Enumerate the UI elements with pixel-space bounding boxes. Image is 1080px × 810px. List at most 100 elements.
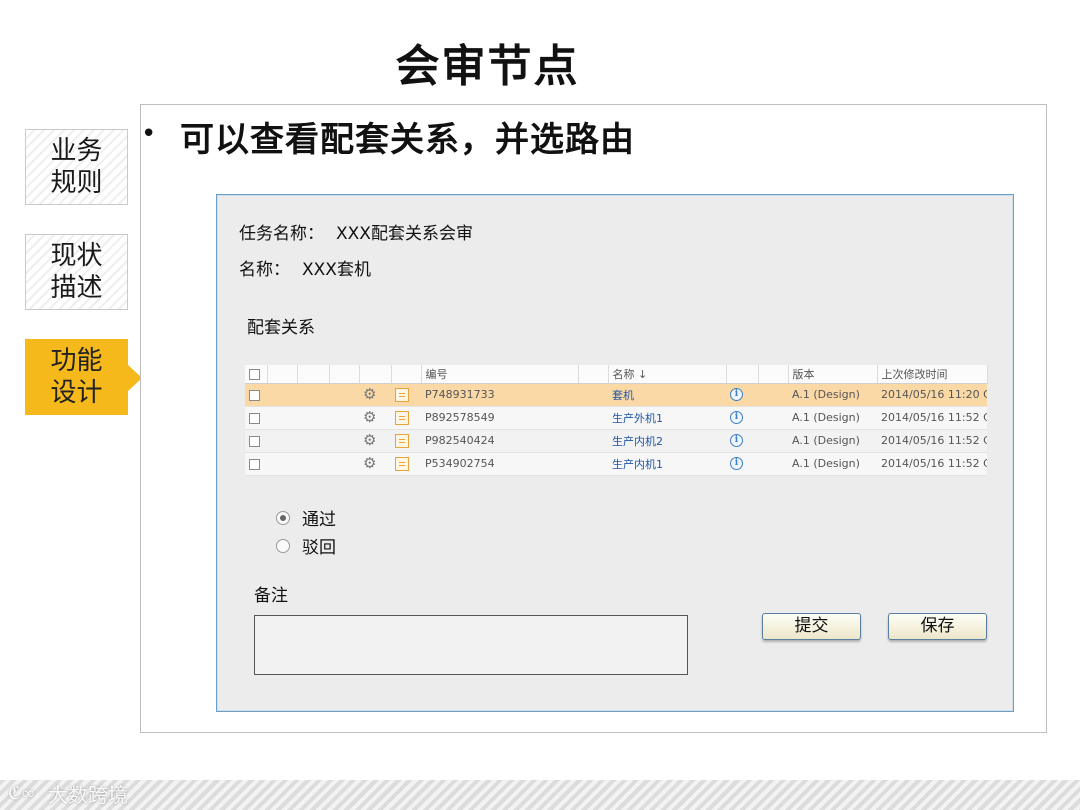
blank-cell xyxy=(578,452,608,476)
info-icon[interactable]: i xyxy=(730,411,743,425)
row-version: A.1 (Design) xyxy=(788,452,877,476)
route-option-approve[interactable]: 通过 xyxy=(276,505,336,530)
save-button[interactable]: 保存 xyxy=(888,613,987,640)
gear-cell[interactable]: ⚙ xyxy=(359,429,391,453)
blank-cell xyxy=(329,429,359,453)
submit-button[interactable]: 提交 xyxy=(762,613,861,640)
blank-header xyxy=(578,365,609,384)
select-all-checkbox[interactable] xyxy=(249,368,260,380)
doc-cell[interactable] xyxy=(391,383,421,407)
row-checkbox[interactable] xyxy=(249,389,260,401)
blank-cell xyxy=(297,406,329,430)
row-modified: 2014/05/16 11:20 CST xyxy=(877,383,987,407)
notes-label: 备注 xyxy=(254,586,288,606)
info-cell[interactable]: i xyxy=(726,406,758,430)
row-version: A.1 (Design) xyxy=(788,429,877,453)
route-option-reject[interactable]: 驳回 xyxy=(276,533,336,558)
gear-icon[interactable]: ⚙ xyxy=(363,385,376,403)
blank-cell xyxy=(267,429,297,453)
blank-cell xyxy=(758,429,788,453)
blank-header xyxy=(329,365,360,384)
row-checkbox-cell[interactable] xyxy=(245,383,267,407)
doc-cell[interactable] xyxy=(391,452,421,476)
approve-radio[interactable] xyxy=(276,510,290,525)
doc-cell[interactable] xyxy=(391,429,421,453)
row-name-link[interactable]: 生产内机2 xyxy=(608,429,726,453)
slide-title: 会审节点 xyxy=(395,41,580,92)
row-modified: 2014/05/16 11:52 CST xyxy=(877,429,987,453)
table-row[interactable]: ⚙ P748931733 套机 i A.1 (Design) 2014/05/16 11:… xyxy=(245,383,987,407)
blank-cell xyxy=(297,383,329,407)
info-icon[interactable]: i xyxy=(730,388,743,402)
row-checkbox-cell[interactable] xyxy=(245,452,267,476)
column-header-version[interactable]: 版本 xyxy=(788,365,878,384)
row-checkbox-cell[interactable] xyxy=(245,406,267,430)
gear-icon[interactable]: ⚙ xyxy=(363,408,376,426)
row-checkbox-cell[interactable] xyxy=(245,429,267,453)
gear-icon[interactable]: ⚙ xyxy=(363,454,376,472)
nav-tab-business-rules[interactable]: 业务 规则 xyxy=(25,129,128,205)
column-header-number[interactable]: 编号 xyxy=(421,365,579,384)
blank-cell xyxy=(267,406,297,430)
blank-header xyxy=(391,365,422,384)
row-number: P982540424 xyxy=(421,429,578,453)
document-icon[interactable] xyxy=(395,456,409,471)
column-header-modified[interactable]: 上次修改时间 xyxy=(877,365,988,384)
gear-cell[interactable]: ⚙ xyxy=(359,452,391,476)
blank-cell xyxy=(758,452,788,476)
doc-cell[interactable] xyxy=(391,406,421,430)
blank-cell xyxy=(267,452,297,476)
blank-header xyxy=(758,365,789,384)
table-row[interactable]: ⚙ P892578549 生产外机1 i A.1 (Design) 2014/05/16 … xyxy=(245,406,987,430)
gear-icon[interactable]: ⚙ xyxy=(363,431,376,449)
blank-header xyxy=(359,365,392,384)
relations-table: 编号 名称 ↓ 版本 上次修改时间 ⚙ P748931733 套机 i A.1 (Des… xyxy=(245,365,988,476)
row-name-link[interactable]: 生产内机1 xyxy=(608,452,726,476)
task-name-label: 任务名称： xyxy=(239,224,324,244)
info-icon[interactable]: i xyxy=(730,457,743,471)
row-version: A.1 (Design) xyxy=(788,383,877,407)
row-number: P748931733 xyxy=(421,383,578,407)
watermark-text: 大数跨境 xyxy=(48,783,128,807)
blank-cell xyxy=(758,383,788,407)
document-icon[interactable] xyxy=(395,433,409,448)
info-cell[interactable]: i xyxy=(726,429,758,453)
approve-label: 通过 xyxy=(302,510,336,530)
blank-cell xyxy=(329,452,359,476)
select-all-cell[interactable] xyxy=(245,365,268,384)
blank-cell xyxy=(578,406,608,430)
table-row[interactable]: ⚙ P534902754 生产内机1 i A.1 (Design) 2014/05/16 … xyxy=(245,452,987,476)
row-number: P892578549 xyxy=(421,406,578,430)
reject-radio[interactable] xyxy=(276,538,290,553)
row-checkbox[interactable] xyxy=(249,458,260,470)
blank-cell xyxy=(329,406,359,430)
review-form-window: 任务名称： XXX配套关系会审 名称： XXX套机 配套关系 编号 名称 ↓ 版本 xyxy=(216,194,1014,712)
nav-tab-label: 业务 规则 xyxy=(50,136,103,198)
gear-cell[interactable]: ⚙ xyxy=(359,406,391,430)
row-checkbox[interactable] xyxy=(249,412,260,424)
row-name-link[interactable]: 生产外机1 xyxy=(608,406,726,430)
gear-cell[interactable]: ⚙ xyxy=(359,383,391,407)
blank-header xyxy=(297,365,330,384)
info-icon[interactable]: i xyxy=(730,434,743,448)
row-version: A.1 (Design) xyxy=(788,406,877,430)
document-icon[interactable] xyxy=(395,387,409,402)
watermark-logo: ℭ∞ xyxy=(8,783,36,804)
info-cell[interactable]: i xyxy=(726,383,758,407)
info-cell[interactable]: i xyxy=(726,452,758,476)
name-label: 名称： xyxy=(239,260,290,280)
notes-textarea[interactable] xyxy=(254,615,688,675)
name-field: 名称： XXX套机 xyxy=(239,255,371,280)
blank-cell xyxy=(758,406,788,430)
row-checkbox[interactable] xyxy=(249,435,260,447)
nav-tab-function-design[interactable]: 功能 设计 xyxy=(25,339,142,415)
column-header-name[interactable]: 名称 ↓ xyxy=(608,365,727,384)
table-row[interactable]: ⚙ P982540424 生产内机2 i A.1 (Design) 2014/05/16 … xyxy=(245,429,987,453)
row-name-link[interactable]: 套机 xyxy=(608,383,726,407)
nav-tab-current-status[interactable]: 现状 描述 xyxy=(25,234,128,310)
table-header-row: 编号 名称 ↓ 版本 上次修改时间 xyxy=(245,365,988,384)
bullet-marker: • xyxy=(141,119,157,149)
name-value: XXX套机 xyxy=(302,260,371,280)
row-modified: 2014/05/16 11:52 CST xyxy=(877,452,987,476)
document-icon[interactable] xyxy=(395,410,409,425)
